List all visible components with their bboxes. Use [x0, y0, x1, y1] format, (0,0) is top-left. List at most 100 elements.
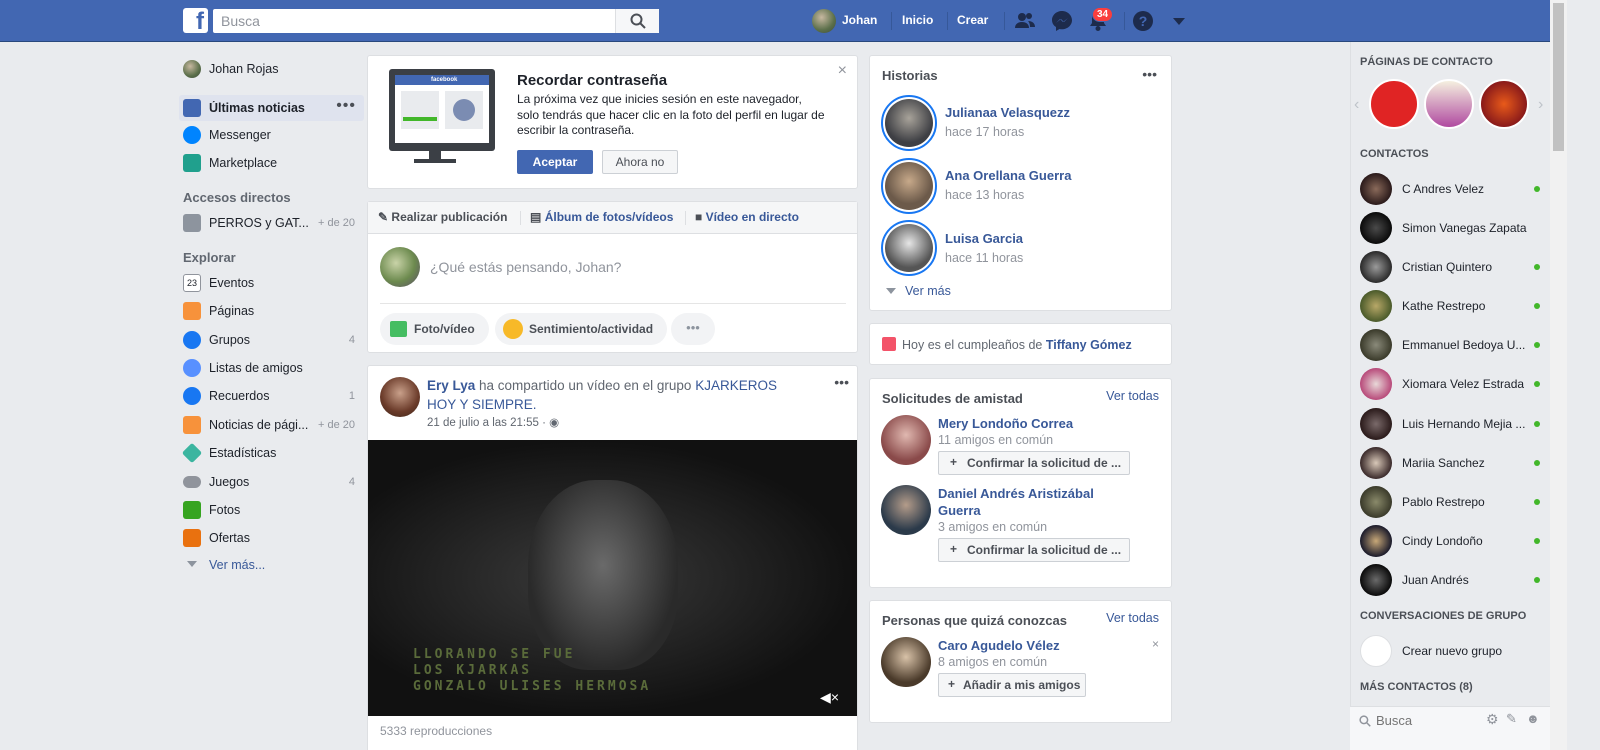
compose-icon[interactable]: ✎ — [1506, 711, 1517, 727]
post-video[interactable]: LLORANDO SE FUE LOS KJARKAS GONZALO ULIS… — [368, 440, 857, 716]
avatar[interactable] — [881, 637, 931, 687]
chevron-left-icon[interactable]: ‹ — [1354, 96, 1359, 114]
nav-home-link[interactable]: Inicio — [902, 13, 933, 27]
post-author-avatar[interactable] — [380, 377, 420, 417]
story-name[interactable]: Ana Orellana Guerra — [945, 168, 1071, 183]
new-group-icon[interactable]: ☻ — [1526, 711, 1540, 726]
feeling-activity-button[interactable]: Sentimiento/actividad — [495, 313, 668, 345]
help-icon[interactable]: ? — [1132, 10, 1154, 32]
nav-profile-avatar[interactable] — [812, 9, 836, 33]
left-nav-item-messenger[interactable]: Messenger — [183, 123, 365, 147]
story-avatar[interactable] — [881, 95, 937, 151]
see-all-link[interactable]: Ver todas — [1106, 389, 1159, 403]
composer-input[interactable]: ¿Qué estás pensando, Johan? — [430, 259, 621, 275]
nav-profile-link[interactable]: Johan — [842, 13, 877, 27]
photo-video-button[interactable]: Foto/vídeo — [380, 313, 489, 345]
tab-live-video[interactable]: ■ Vídeo en directo — [695, 210, 799, 224]
left-nav-shortcut[interactable]: PERROS y GAT... + de 20 — [183, 211, 365, 235]
left-nav-profile[interactable]: Johan Rojas — [183, 57, 365, 81]
messenger-icon[interactable] — [1051, 10, 1073, 32]
post-timestamp[interactable]: 21 de julio a las 21:55 · ◉ — [427, 415, 559, 429]
story-name[interactable]: Luisa Garcia — [945, 231, 1023, 246]
left-nav-item-groups[interactable]: Grupos 4 — [183, 328, 365, 352]
tab-create-post[interactable]: ✎ Realizar publicación — [378, 210, 507, 224]
suggested-person-name[interactable]: Caro Agudelo Vélez — [938, 638, 1060, 653]
contact-item[interactable]: Emmanuel Bedoya U... — [1360, 327, 1550, 363]
birthday-person-link[interactable]: Tiffany Gómez — [1046, 338, 1132, 352]
dismiss-icon[interactable]: × — [1152, 637, 1159, 651]
contact-item[interactable]: Cristian Quintero — [1360, 249, 1550, 285]
post-time-text: 21 de julio a las 21:55 · — [427, 417, 550, 429]
see-all-link[interactable]: Ver todas — [1106, 611, 1159, 625]
chat-search-input[interactable] — [1376, 710, 1476, 730]
facebook-logo[interactable]: f — [183, 8, 208, 33]
chevron-down-icon — [187, 561, 197, 567]
left-nav-item-marketplace[interactable]: Marketplace — [183, 151, 365, 175]
contact-item[interactable]: Luis Hernando Mejia ... — [1360, 406, 1550, 442]
mute-icon[interactable]: ◀× — [820, 689, 839, 706]
contact-page-avatar[interactable] — [1479, 79, 1529, 129]
left-nav-item-events[interactable]: 23 Eventos — [183, 271, 365, 295]
close-icon[interactable]: × — [838, 62, 847, 80]
chevron-down-icon[interactable] — [1168, 10, 1190, 32]
more-options-icon[interactable]: ••• — [1142, 66, 1157, 82]
left-nav-item-pages-feed[interactable]: Noticias de pági... + de 20 — [183, 413, 365, 437]
contact-item[interactable]: Pablo Restrepo — [1360, 484, 1550, 520]
contact-item[interactable]: Kathe Restrepo — [1360, 288, 1550, 324]
contact-item[interactable]: C Andres Velez — [1360, 171, 1550, 207]
contact-page-avatar[interactable] — [1369, 79, 1419, 129]
left-nav-item-photos[interactable]: Fotos — [183, 498, 365, 522]
requester-name[interactable]: Mery Londoño Correa — [938, 416, 1073, 431]
story-avatar[interactable] — [881, 158, 937, 214]
contact-item[interactable]: Xiomara Velez Estrada — [1360, 366, 1550, 402]
friend-list-icon — [183, 359, 201, 377]
avatar[interactable] — [881, 415, 931, 465]
contact-item[interactable]: Mariia Sanchez — [1360, 445, 1550, 481]
left-nav-profile-name: Johan Rojas — [209, 62, 279, 76]
search-input[interactable] — [213, 9, 659, 33]
left-nav-item-friend-lists[interactable]: Listas de amigos — [183, 356, 365, 380]
confirm-request-button[interactable]: + Confirmar la solicitud de ... — [938, 538, 1130, 562]
more-contacts-heading[interactable]: MÁS CONTACTOS (8) — [1360, 681, 1473, 693]
search-button[interactable] — [615, 9, 659, 33]
post-author-link[interactable]: Ery Lya — [427, 378, 475, 393]
left-nav-item-memories[interactable]: Recuerdos 1 — [183, 384, 365, 408]
video-frame-figure — [528, 480, 678, 670]
avatar[interactable] — [881, 485, 931, 535]
accept-button[interactable]: Aceptar — [517, 150, 593, 174]
contact-name: Kathe Restrepo — [1402, 299, 1486, 313]
nav-create-link[interactable]: Crear — [957, 13, 988, 27]
stories-see-more[interactable]: Ver más — [905, 284, 951, 298]
story-avatar[interactable] — [881, 220, 937, 276]
contact-item[interactable]: Simon Vanegas Zapata — [1360, 210, 1550, 246]
create-group-button[interactable]: Crear nuevo grupo — [1360, 633, 1550, 669]
story-name[interactable]: Julianaa Velasquezz — [945, 105, 1070, 120]
left-nav-item-insights[interactable]: Estadísticas — [181, 441, 365, 465]
tab-photo-album[interactable]: ▤ Álbum de fotos/vídeos — [530, 210, 673, 224]
chevron-right-icon[interactable]: › — [1538, 96, 1543, 114]
mini-brand-text: facebook — [395, 75, 489, 85]
more-options-icon[interactable]: ••• — [336, 97, 356, 115]
friend-requests-icon[interactable] — [1014, 10, 1036, 32]
not-now-button[interactable]: Ahora no — [602, 150, 678, 174]
contact-page-avatar[interactable] — [1424, 79, 1474, 129]
requester-name[interactable]: Daniel Andrés Aristizábal Guerra — [938, 486, 1138, 519]
gear-icon[interactable]: ⚙ — [1486, 711, 1499, 728]
post-options-icon[interactable]: ••• — [834, 374, 849, 390]
left-nav-item-offers[interactable]: Ofertas — [183, 526, 365, 550]
left-nav-item-games[interactable]: Juegos 4 — [183, 470, 365, 494]
left-nav-item-pages[interactable]: Páginas — [183, 299, 365, 323]
add-friend-button[interactable]: + Añadir a mis amigos — [938, 673, 1086, 697]
more-options-icon[interactable]: ••• — [671, 313, 715, 345]
page-scrollbar-thumb[interactable] — [1553, 3, 1564, 151]
svg-text:?: ? — [1139, 13, 1148, 29]
left-nav-item-label: Grupos — [209, 333, 250, 347]
contact-item[interactable]: Juan Andrés — [1360, 562, 1550, 598]
contact-item[interactable]: Cindy Londoño — [1360, 523, 1550, 559]
left-nav-item-news-feed[interactable]: Últimas noticias ••• — [179, 95, 364, 121]
contact-name: Cindy Londoño — [1402, 534, 1483, 548]
left-nav-see-more[interactable]: Ver más... — [183, 553, 365, 577]
photo-icon — [390, 321, 407, 337]
search-field[interactable] — [213, 9, 659, 33]
confirm-request-button[interactable]: + Confirmar la solicitud de ... — [938, 451, 1130, 475]
